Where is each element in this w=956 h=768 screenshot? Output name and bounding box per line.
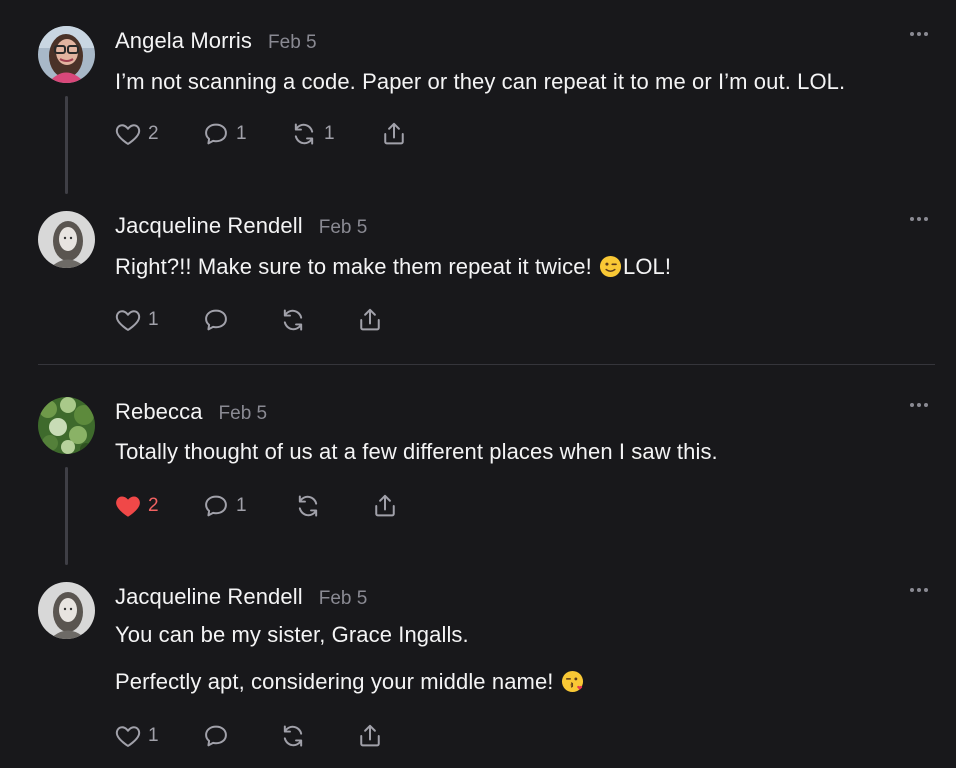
avatar-woman-portrait-icon [38, 211, 95, 268]
reply-button[interactable]: 1 [202, 490, 294, 522]
like-button[interactable]: 2 [114, 118, 202, 150]
share-icon [384, 122, 404, 145]
more-options-icon[interactable] [910, 32, 928, 36]
restack-icon [298, 495, 318, 517]
comment-bubble-icon [205, 309, 227, 331]
comment-text-part: Perfectly apt, considering your middle n… [115, 669, 560, 694]
comment-feed: Angela Morris Feb 5 I’m not scanning a c… [0, 0, 956, 768]
avatar-woman-glasses-icon [38, 26, 95, 83]
reply-button[interactable] [202, 304, 279, 336]
comment-header: Angela Morris Feb 5 [115, 28, 317, 58]
restack-button[interactable] [279, 720, 356, 752]
comment-text-part: LOL! [623, 254, 672, 279]
restack-button[interactable]: 1 [290, 118, 380, 150]
avatar[interactable] [38, 582, 95, 639]
comment-bubble-icon [205, 725, 227, 747]
comment-actions: 2 1 [114, 490, 399, 522]
comment-text-line-1: You can be my sister, Grace Ingalls. [115, 622, 469, 647]
thread-divider [38, 364, 935, 365]
reply-count: 1 [236, 123, 247, 144]
reply-button[interactable] [202, 720, 279, 752]
like-count: 2 [148, 495, 159, 516]
author-name[interactable]: Angela Morris [115, 28, 252, 54]
winking-face-emoji-icon [599, 255, 622, 278]
author-name[interactable]: Jacqueline Rendell [115, 213, 303, 239]
comment-actions: 2 1 1 [114, 118, 408, 150]
avatar-woman-portrait-icon [38, 582, 95, 639]
share-icon [360, 724, 380, 747]
comment-text-part: Right?!! Make sure to make them repeat i… [115, 254, 598, 279]
share-button[interactable] [371, 490, 399, 522]
restack-icon [294, 123, 314, 145]
share-icon [375, 494, 395, 517]
reply-count: 1 [236, 495, 247, 516]
comment-actions: 1 [114, 720, 384, 752]
restack-icon [283, 725, 303, 747]
share-icon [360, 308, 380, 331]
comment-date[interactable]: Feb 5 [219, 403, 268, 425]
avatar[interactable] [38, 397, 95, 454]
more-options-icon[interactable] [910, 588, 928, 592]
author-name[interactable]: Rebecca [115, 399, 203, 425]
avatar-foliage-icon [38, 397, 95, 454]
comment-header: Jacqueline Rendell Feb 5 [115, 584, 367, 614]
comment-date[interactable]: Feb 5 [319, 588, 368, 610]
comment-text-line-2: Perfectly apt, considering your middle n… [115, 669, 585, 695]
heart-icon [115, 726, 141, 747]
comment-text: Totally thought of us at a few different… [115, 439, 718, 464]
comment-date[interactable]: Feb 5 [268, 32, 317, 54]
reply-button[interactable]: 1 [202, 118, 290, 150]
like-button[interactable]: 1 [114, 304, 202, 336]
comment-header: Jacqueline Rendell Feb 5 [115, 213, 367, 243]
like-button[interactable]: 2 [114, 490, 202, 522]
kissing-face-emoji-icon [561, 670, 583, 693]
comment-date[interactable]: Feb 5 [319, 217, 368, 239]
avatar[interactable] [38, 211, 95, 268]
thread-line [65, 467, 68, 565]
restack-icon [283, 309, 303, 331]
more-options-icon[interactable] [910, 403, 928, 407]
heart-icon [115, 310, 141, 331]
restack-button[interactable] [279, 304, 356, 336]
thread-line [65, 96, 68, 194]
restack-button[interactable] [294, 490, 371, 522]
like-count: 1 [148, 725, 159, 746]
comment-bubble-icon [205, 495, 227, 517]
comment-bubble-icon [205, 123, 227, 145]
comment-text: Right?!! Make sure to make them repeat i… [115, 254, 671, 280]
more-options-icon[interactable] [910, 217, 928, 221]
comment-header: Rebecca Feb 5 [115, 399, 267, 429]
like-count: 2 [148, 123, 159, 144]
like-count: 1 [148, 309, 159, 330]
comment-actions: 1 [114, 304, 384, 336]
author-name[interactable]: Jacqueline Rendell [115, 584, 303, 610]
avatar[interactable] [38, 26, 95, 83]
heart-icon [115, 124, 141, 145]
share-button[interactable] [356, 304, 384, 336]
like-button[interactable]: 1 [114, 720, 202, 752]
share-button[interactable] [380, 118, 408, 150]
share-button[interactable] [356, 720, 384, 752]
restack-count: 1 [324, 123, 335, 144]
comment-text: I’m not scanning a code. Paper or they c… [115, 69, 846, 94]
heart-filled-icon [116, 496, 140, 517]
